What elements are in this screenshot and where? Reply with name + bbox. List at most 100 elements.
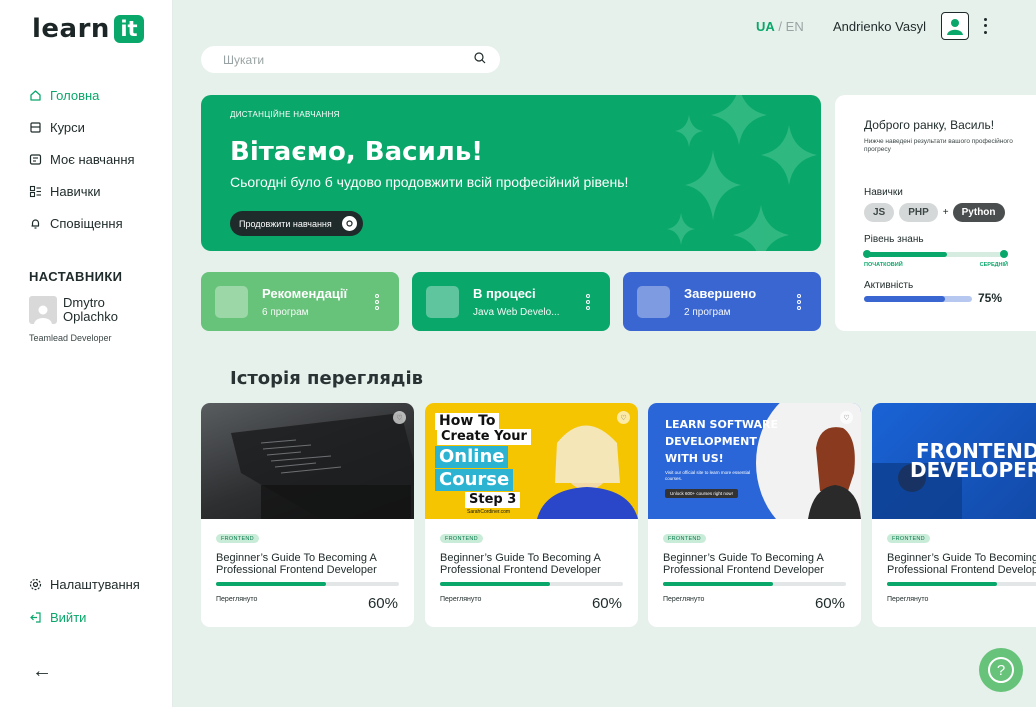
logo-badge: it — [113, 15, 144, 43]
bell-icon — [29, 217, 42, 230]
logout-icon — [29, 611, 42, 624]
card-thumbnail — [637, 285, 670, 318]
plus-sign: + — [942, 207, 949, 218]
lang-en[interactable]: EN — [786, 19, 804, 34]
course-card[interactable]: FRONTEND DEVELOPER FRONTEND Beginner’s G… — [872, 403, 1036, 627]
skills-icon — [29, 185, 42, 198]
thumb-site: SarahCordiner.com — [467, 509, 511, 515]
lang-ua[interactable]: UA — [756, 19, 775, 34]
level-scale: ПОЧАТКОВИЙ СЕРЕДНІЙ — [864, 262, 1008, 268]
avatar — [29, 296, 57, 324]
recommendations-card[interactable]: Рекомендації 6 програм — [201, 272, 399, 331]
activity-label: Активність — [864, 280, 914, 291]
course-progress-fill — [663, 582, 773, 586]
favorite-icon[interactable]: ♡ — [840, 411, 853, 424]
nav-item-home[interactable]: Головна — [29, 79, 135, 111]
main-nav: Головна Курси Моє навчання Навички Спові… — [29, 79, 135, 239]
nav-item-notifications[interactable]: Сповіщення — [29, 207, 135, 239]
nav-item-courses[interactable]: Курси — [29, 111, 135, 143]
search-input[interactable] — [223, 52, 474, 67]
course-thumbnail: FRONTEND DEVELOPER — [872, 403, 1036, 519]
favorite-icon[interactable]: ♡ — [617, 411, 630, 424]
activity-value: 75% — [978, 291, 1003, 305]
mentor-last-name: Oplachko — [63, 309, 118, 324]
nav-item-my-learning[interactable]: Моє навчання — [29, 143, 135, 175]
collapse-arrow-icon[interactable]: ← — [32, 660, 52, 683]
search-bar — [201, 46, 500, 73]
course-progress-bar — [440, 582, 623, 586]
card-thumbnail — [426, 285, 459, 318]
card-thumbnail — [215, 285, 248, 318]
course-card[interactable]: How To Create Your Online Course Step 3 … — [425, 403, 638, 627]
skills-label: Навички — [864, 187, 903, 198]
course-title: Beginner’s Guide To Becoming A Professio… — [440, 552, 601, 576]
book-icon — [29, 121, 42, 134]
in-progress-card[interactable]: В процесі Java Web Develo... — [412, 272, 610, 331]
level-progress-fill — [864, 252, 947, 257]
thumb-pill: Unlock 600+ courses right now! — [665, 489, 738, 498]
skill-chip[interactable]: Python — [952, 203, 1005, 222]
mentor-card[interactable]: Dmytro Oplachko — [29, 296, 118, 324]
nav-item-skills[interactable]: Навички — [29, 175, 135, 207]
course-card[interactable]: LEARN SOFTWARE DEVELOPMENT WITH US! Visi… — [648, 403, 861, 627]
activity-progress-fill — [864, 296, 945, 302]
mentor-name: Dmytro Oplachko — [63, 296, 118, 324]
course-progress-bar — [663, 582, 846, 586]
course-progress-fill — [440, 582, 550, 586]
thumb-heading-4: Course — [435, 469, 514, 491]
thumb-heading-1: LEARN SOFTWARE — [665, 418, 778, 431]
level-from: ПОЧАТКОВИЙ — [864, 262, 903, 268]
level-end-dot — [1000, 250, 1008, 258]
card-subtitle: Java Web Develo... — [473, 306, 560, 318]
logo[interactable]: learn it — [32, 14, 144, 44]
search-icon[interactable] — [474, 51, 486, 69]
user-avatar[interactable] — [941, 12, 969, 40]
bottom-nav: Налаштування Вийти — [29, 568, 140, 634]
nav-item-label: Курси — [50, 119, 85, 135]
card-menu-icon[interactable] — [586, 294, 590, 310]
hero-subtitle: Сьогодні було б чудово продовжити всій п… — [230, 174, 629, 190]
hero-kicker: ДИСТАНЦІЙНЕ НАВЧАННЯ — [230, 110, 340, 119]
settings-link[interactable]: Налаштування — [29, 568, 140, 601]
laptop-code-image — [231, 413, 414, 519]
language-switcher: UA / EN — [756, 19, 804, 34]
more-menu-icon[interactable] — [980, 16, 990, 36]
course-tag: FRONTEND — [216, 534, 259, 543]
mentor-role: Teamlead Developer — [29, 333, 112, 343]
thumb-heading-2: Create Your — [437, 429, 531, 445]
mentors-title: НАСТАВНИКИ — [29, 269, 123, 284]
settings-label: Налаштування — [50, 577, 140, 592]
continue-learning-label: Продовжити навчання — [239, 218, 332, 229]
learning-icon — [29, 153, 42, 166]
thumb-heading-5: Step 3 — [465, 492, 521, 508]
logout-link[interactable]: Вийти — [29, 601, 140, 634]
nav-item-label: Моє навчання — [50, 151, 135, 167]
continue-learning-button[interactable]: Продовжити навчання — [230, 211, 363, 236]
user-name[interactable]: Andrienko Vasyl — [833, 19, 926, 34]
play-icon — [341, 216, 357, 231]
favorite-icon[interactable]: ♡ — [393, 411, 406, 424]
gear-icon — [29, 578, 42, 591]
thumb-heading-3: WITH US! — [665, 452, 724, 465]
card-menu-icon[interactable] — [375, 294, 379, 310]
panel-greeting: Доброго ранку, Василь! — [864, 118, 995, 132]
logo-word: learn — [32, 14, 110, 44]
skill-chip[interactable]: JS — [864, 203, 895, 222]
course-title: Beginner’s Guide To Becoming A Professio… — [887, 552, 1036, 576]
card-menu-icon[interactable] — [797, 294, 801, 310]
level-progress-bar — [863, 250, 1008, 258]
course-tag: FRONTEND — [663, 534, 706, 543]
course-card[interactable]: ♡ FRONTEND Beginner’s Guide To Becoming … — [201, 403, 414, 627]
course-progress-bar — [216, 582, 399, 586]
mentor-first-name: Dmytro — [63, 295, 105, 310]
hero-banner: ДИСТАНЦІЙНЕ НАВЧАННЯ Вітаємо, Василь! Сь… — [201, 95, 821, 251]
course-progress-bar — [887, 582, 1036, 586]
course-progress-fill — [887, 582, 997, 586]
question-icon: ? — [988, 657, 1014, 683]
card-subtitle: 6 програм — [262, 306, 309, 318]
help-button[interactable]: ? — [979, 648, 1023, 692]
skill-chip[interactable]: PHP — [899, 203, 938, 222]
history-title: Історія переглядів — [230, 368, 424, 389]
completed-card[interactable]: Завершено 2 програм — [623, 272, 821, 331]
level-to: СЕРЕДНІЙ — [979, 262, 1008, 268]
